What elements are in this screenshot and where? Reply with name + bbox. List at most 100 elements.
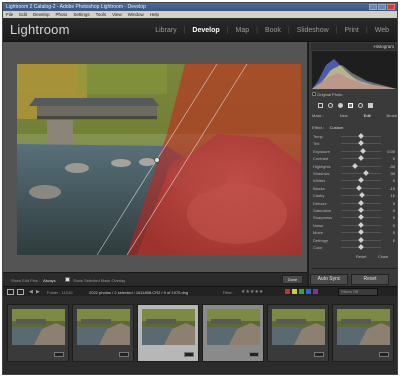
filmstrip [3, 296, 397, 374]
reset-button[interactable]: Reset [351, 274, 389, 285]
radial-filter-icon[interactable] [358, 102, 363, 108]
grid-view-icon[interactable] [17, 289, 24, 295]
slider-knob[interactable] [358, 199, 364, 206]
slider-value[interactable]: 0 [393, 178, 395, 183]
module-map[interactable]: Map [235, 27, 249, 34]
auto-sync-button[interactable]: Auto Sync [310, 274, 348, 285]
image-toolbar: Show Edit Pins : Always Show Selected Ma… [3, 272, 307, 286]
filmstrip-toolbar: ◀ ▶ Folder : 11010 2022 photos / 2 selec… [3, 286, 397, 296]
menu-item-develop[interactable]: Develop [33, 11, 50, 18]
slider-value[interactable]: 10 [391, 193, 395, 198]
filmstrip-thumbnail[interactable] [137, 304, 199, 362]
thumbnail-image [12, 309, 65, 345]
slider-value[interactable]: -15 [389, 186, 395, 191]
effect-select[interactable]: Custom [330, 125, 344, 130]
menu-item-help[interactable]: Help [150, 11, 159, 18]
module-print[interactable]: Print [344, 27, 358, 34]
slider-value[interactable]: 0 [393, 156, 395, 161]
slider-value[interactable]: -30 [389, 164, 395, 169]
menu-item-tools[interactable]: Tools [96, 11, 107, 18]
original-photo-checkbox[interactable]: Original Photo [312, 92, 342, 97]
menu-item-settings[interactable]: Settings [73, 11, 89, 18]
mask-tab-brush[interactable]: Brush [387, 113, 397, 121]
slider-track[interactable] [341, 173, 381, 174]
module-separator: | [287, 27, 290, 34]
reset-link[interactable]: Reset [356, 254, 366, 259]
slider-row: Saturation 0 [311, 207, 397, 214]
mask-tab-edit[interactable]: Edit [364, 113, 371, 121]
maximize-button[interactable] [378, 4, 386, 10]
menu-item-file[interactable]: File [6, 11, 13, 18]
slider-value[interactable]: 0 [393, 223, 395, 228]
menu-item-window[interactable]: Window [128, 11, 144, 18]
slider-value[interactable]: 0 [393, 208, 395, 213]
slider-knob[interactable] [358, 229, 364, 236]
module-develop[interactable]: Develop [192, 27, 219, 34]
slider-knob[interactable] [358, 207, 364, 213]
slider-knob[interactable] [358, 221, 364, 228]
folder-label[interactable]: Folder : 11010 [47, 290, 73, 295]
mask-overlay-checkbox[interactable] [65, 277, 70, 282]
done-button[interactable]: Done [282, 275, 303, 284]
mask-tab-new[interactable]: New [340, 113, 348, 121]
slider-knob[interactable] [358, 140, 364, 147]
slider-knob[interactable] [358, 133, 364, 139]
slider-knob[interactable] [358, 214, 364, 221]
module-web[interactable]: Web [375, 27, 389, 34]
slider-knob[interactable] [358, 236, 364, 243]
back-arrow-icon[interactable]: ◀ [29, 289, 33, 295]
slider-value[interactable]: 0 [393, 230, 395, 235]
show-edit-pins-select[interactable]: Always [43, 278, 56, 283]
slider-knob[interactable] [358, 244, 364, 250]
slider-knob[interactable] [358, 192, 365, 199]
filmstrip-thumbnail[interactable] [7, 304, 69, 362]
close-button[interactable] [387, 4, 395, 10]
window-title-bar: Lightroom 2 Catalog-2 - Adobe Photoshop … [3, 3, 397, 11]
histogram-header[interactable]: Histogram [311, 43, 397, 50]
slider-knob[interactable] [360, 147, 366, 154]
adjustment-brush-icon[interactable] [368, 102, 373, 108]
module-separator: | [256, 27, 258, 34]
color-label-filters[interactable] [285, 289, 318, 294]
crop-tool-icon[interactable] [318, 102, 323, 108]
module-library[interactable]: Library [155, 27, 176, 34]
menu-item-view[interactable]: View [112, 11, 122, 18]
filter-preset-select[interactable]: Filters Off [338, 288, 378, 296]
red-eye-icon[interactable] [338, 102, 343, 108]
slider-value[interactable]: 30 [391, 171, 395, 176]
filmstrip-thumbnail[interactable] [267, 304, 329, 362]
second-window-icon[interactable] [7, 289, 14, 295]
histogram [312, 51, 397, 89]
slider-value[interactable]: 0.00 [387, 149, 395, 154]
slider-label: Blacks [313, 185, 325, 191]
slider-label: Temp [313, 134, 323, 139]
develop-badge-icon [314, 352, 324, 357]
menu-item-photo[interactable]: Photo [56, 11, 68, 18]
module-slideshow[interactable]: Slideshow [297, 27, 329, 34]
forward-arrow-icon[interactable]: ▶ [36, 289, 40, 295]
slider-knob[interactable] [358, 155, 364, 162]
slider-value[interactable]: 0 [393, 215, 395, 220]
slider-value[interactable]: 0 [393, 238, 395, 243]
slider-knob[interactable] [352, 162, 358, 169]
slider-value[interactable]: 0 [393, 201, 395, 206]
module-book[interactable]: Book [265, 27, 281, 34]
slider-knob[interactable] [362, 170, 369, 176]
slider-row: Blacks -15 [311, 184, 397, 192]
graduated-filter-icon[interactable] [348, 102, 353, 108]
menu-item-edit[interactable]: Edit [19, 11, 27, 18]
slider-track[interactable] [341, 165, 381, 167]
minimize-button[interactable] [369, 4, 377, 10]
edit-pin[interactable] [154, 157, 160, 163]
photo-preview[interactable] [17, 64, 301, 255]
close-link[interactable]: Close [378, 254, 388, 259]
rating-filter-stars[interactable]: ★★★★★ [241, 289, 263, 295]
slider-knob[interactable] [358, 177, 364, 184]
filmstrip-thumbnail[interactable] [202, 304, 264, 362]
slider-knob[interactable] [356, 184, 362, 191]
slider-row: Clarity 10 [311, 192, 397, 199]
spot-removal-icon[interactable] [328, 102, 333, 108]
filmstrip-thumbnail[interactable] [332, 304, 394, 362]
filmstrip-thumbnail[interactable] [72, 304, 134, 362]
slider-row: Moire 0 [311, 229, 397, 236]
